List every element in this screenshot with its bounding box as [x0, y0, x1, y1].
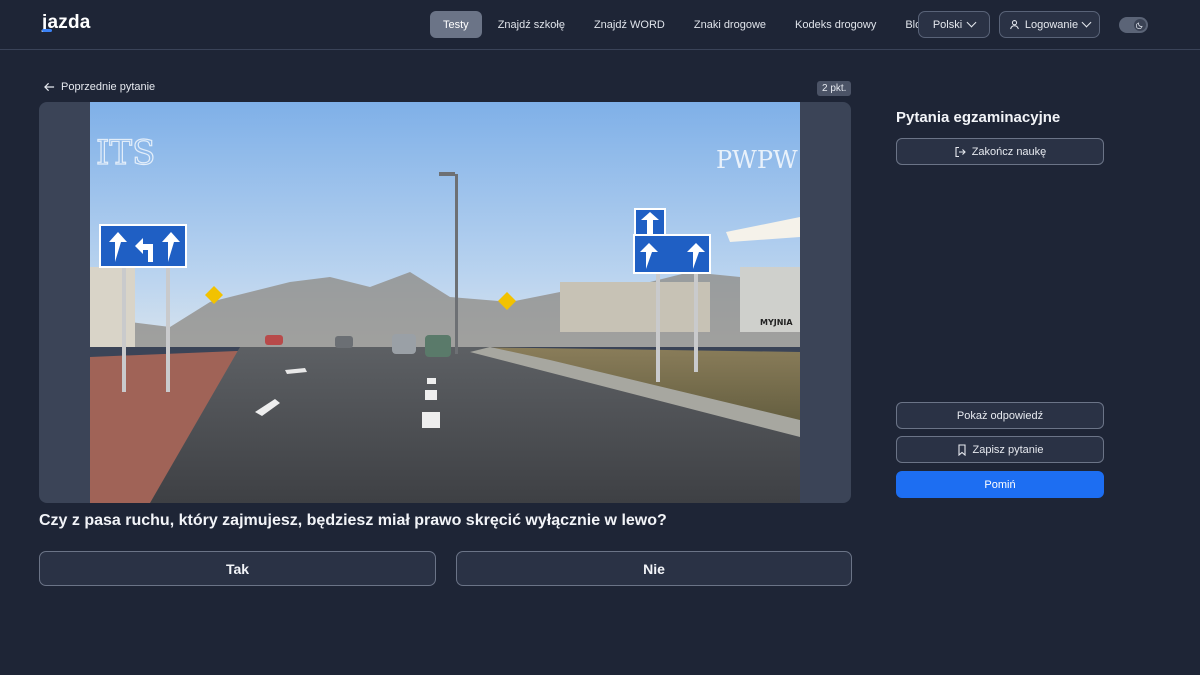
language-label: Polski — [932, 18, 963, 31]
theme-toggle[interactable] — [1119, 17, 1148, 33]
logo-accent — [42, 29, 52, 32]
login-label: Logowanie — [1024, 18, 1079, 31]
nav-item-road-signs[interactable]: Znaki drogowe — [681, 11, 779, 38]
top-header: jazda Testy Znajdź szkołę Znajdź WORD Zn… — [0, 0, 1200, 50]
finish-learning-button[interactable]: Zakończ naukę — [896, 138, 1104, 165]
arrow-left-icon — [44, 82, 55, 92]
nav-label: Znajdź WORD — [593, 18, 665, 31]
points-text: 2 pkt. — [822, 83, 847, 94]
answer-no-button[interactable]: Nie — [456, 551, 852, 586]
its-watermark: ITS — [96, 133, 155, 173]
show-answer-button[interactable]: Pokaż odpowiedź — [896, 402, 1104, 429]
finish-learning-label: Zakończ naukę — [971, 145, 1047, 158]
nav-item-find-word[interactable]: Znajdź WORD — [581, 11, 678, 38]
answer-yes-button[interactable]: Tak — [39, 551, 436, 586]
save-question-label: Zapisz pytanie — [972, 443, 1044, 456]
nav-label: Znaki drogowe — [693, 18, 767, 31]
language-select[interactable]: Polski — [918, 11, 990, 38]
nav-label: Testy — [443, 18, 469, 31]
skip-button[interactable]: Pomiń — [896, 471, 1104, 498]
pwpw-watermark: PWPW — [716, 146, 798, 174]
question-media: MYJNIA ITS PWPW — [39, 102, 851, 503]
nav-item-traffic-code[interactable]: Kodeks drogowy — [782, 11, 889, 38]
answer-label: Nie — [643, 560, 665, 577]
chevron-down-icon — [1081, 17, 1092, 28]
nav-label: Znajdź szkołę — [497, 18, 565, 31]
login-button[interactable]: Logowanie — [999, 11, 1100, 38]
chevron-down-icon — [966, 17, 977, 28]
logout-icon — [954, 146, 966, 158]
logo[interactable]: jazda — [42, 12, 91, 34]
bookmark-icon — [957, 443, 967, 456]
skip-label: Pomiń — [984, 478, 1016, 491]
question-text: Czy z pasa ruchu, który zajmujesz, będzi… — [39, 512, 667, 529]
answer-label: Tak — [225, 560, 250, 577]
previous-question-label: Poprzednie pytanie — [61, 81, 156, 93]
user-icon — [1009, 19, 1020, 30]
save-question-button[interactable]: Zapisz pytanie — [896, 436, 1104, 463]
previous-question-link[interactable]: Poprzednie pytanie — [44, 81, 155, 93]
car-wash-text: MYJNIA — [760, 318, 793, 327]
road-scene-image: MYJNIA ITS PWPW — [90, 102, 800, 503]
main-nav: Testy Znajdź szkołę Znajdź WORD Znaki dr… — [430, 11, 943, 38]
points-badge: 2 pkt. — [817, 81, 852, 96]
moon-icon — [1134, 19, 1146, 31]
show-answer-label: Pokaż odpowiedź — [956, 409, 1044, 422]
nav-item-find-school[interactable]: Znajdź szkołę — [485, 11, 578, 38]
sidebar-title: Pytania egzaminacyjne — [896, 109, 1061, 126]
nav-label: Kodeks drogowy — [795, 18, 877, 31]
nav-item-testy[interactable]: Testy — [430, 11, 482, 38]
